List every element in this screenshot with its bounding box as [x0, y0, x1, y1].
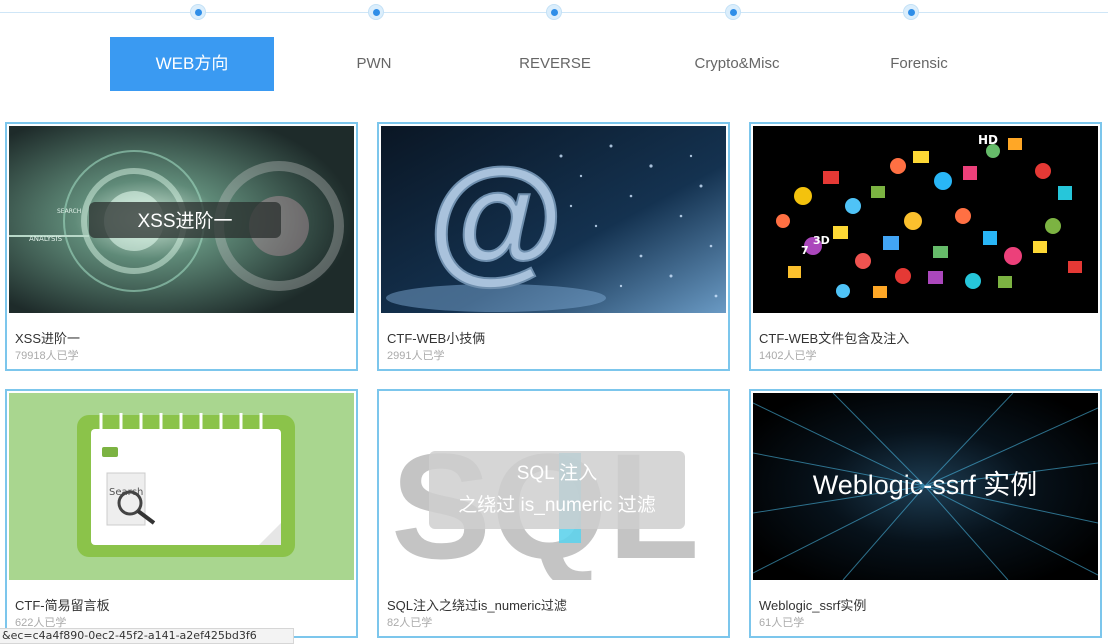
- course-card-ctf-web-tricks[interactable]: @ CTF-WEB小技俩 2991人已学: [377, 122, 730, 371]
- progress-timeline: [0, 0, 1108, 26]
- course-title[interactable]: SQL注入之绕过is_numeric过滤: [387, 595, 567, 614]
- course-thumbnail[interactable]: XSS进阶一 ANALYSIS SEARCH: [9, 126, 354, 313]
- timeline-dot: [190, 4, 206, 20]
- at-sign-graphic: @: [428, 139, 565, 296]
- course-title[interactable]: Weblogic_ssrf实例: [759, 595, 866, 614]
- course-card-weblogic-ssrf[interactable]: Weblogic-ssrf 实例 Weblogic_ssrf实例 61人已学: [749, 389, 1102, 638]
- course-title[interactable]: CTF-WEB文件包含及注入: [759, 328, 909, 347]
- thumb-title: SQL 注入: [517, 462, 598, 484]
- course-title[interactable]: CTF-简易留言板: [15, 595, 110, 614]
- course-thumbnail[interactable]: Weblogic-ssrf 实例: [753, 393, 1098, 580]
- thumb-label: 3D: [813, 234, 830, 247]
- thumb-label: ANALYSIS: [29, 235, 63, 243]
- course-thumbnail[interactable]: Search: [9, 393, 354, 580]
- learner-count: 79918人已学: [15, 350, 79, 362]
- thumb-title: XSS进阶一: [137, 210, 232, 232]
- learner-count: 82人已学: [387, 617, 433, 629]
- course-title[interactable]: CTF-WEB小技俩: [387, 328, 485, 347]
- course-card-ctf-message-board[interactable]: Search CTF-简易留言板 622人已学: [5, 389, 358, 638]
- learner-count: 2991人已学: [387, 350, 445, 362]
- timeline-dot: [725, 4, 741, 20]
- timeline-dot: [546, 4, 562, 20]
- timeline-dot: [903, 4, 919, 20]
- timeline-dot: [368, 4, 384, 20]
- course-thumbnail[interactable]: @: [381, 126, 726, 313]
- course-card-ctf-web-include[interactable]: HD 3D 7 CTF-WEB文件包含及注入 1402人已学: [749, 122, 1102, 371]
- tab-reverse[interactable]: REVERSE: [473, 37, 637, 91]
- thumb-label: 7: [801, 244, 809, 257]
- tab-crypto-misc[interactable]: Crypto&Misc: [655, 37, 819, 91]
- thumb-title: Weblogic-ssrf 实例: [813, 470, 1038, 500]
- learner-count: 1402人已学: [759, 350, 817, 362]
- thumb-label: SEARCH: [57, 208, 81, 215]
- course-thumbnail[interactable]: HD 3D 7: [753, 126, 1098, 313]
- tab-web[interactable]: WEB方向: [110, 37, 274, 91]
- course-thumbnail[interactable]: SQL SQL 注入 之绕过 is_numeric 过滤: [381, 393, 726, 580]
- tab-pwn[interactable]: PWN: [292, 37, 456, 91]
- course-card-xss[interactable]: XSS进阶一 ANALYSIS SEARCH XSS进阶一 79918人已学: [5, 122, 358, 371]
- thumb-title: 之绕过 is_numeric 过滤: [458, 494, 655, 516]
- learner-count: 61人已学: [759, 617, 805, 629]
- course-title[interactable]: XSS进阶一: [15, 328, 80, 347]
- status-bar-url: &ec=c4a4f890-0ec2-45f2-a141-a2ef425bd3f6: [0, 628, 294, 644]
- tab-forensic[interactable]: Forensic: [837, 37, 1001, 91]
- course-card-sql-injection[interactable]: SQL SQL 注入 之绕过 is_numeric 过滤 SQL注入之绕过is_…: [377, 389, 730, 638]
- thumb-label: HD: [978, 133, 998, 147]
